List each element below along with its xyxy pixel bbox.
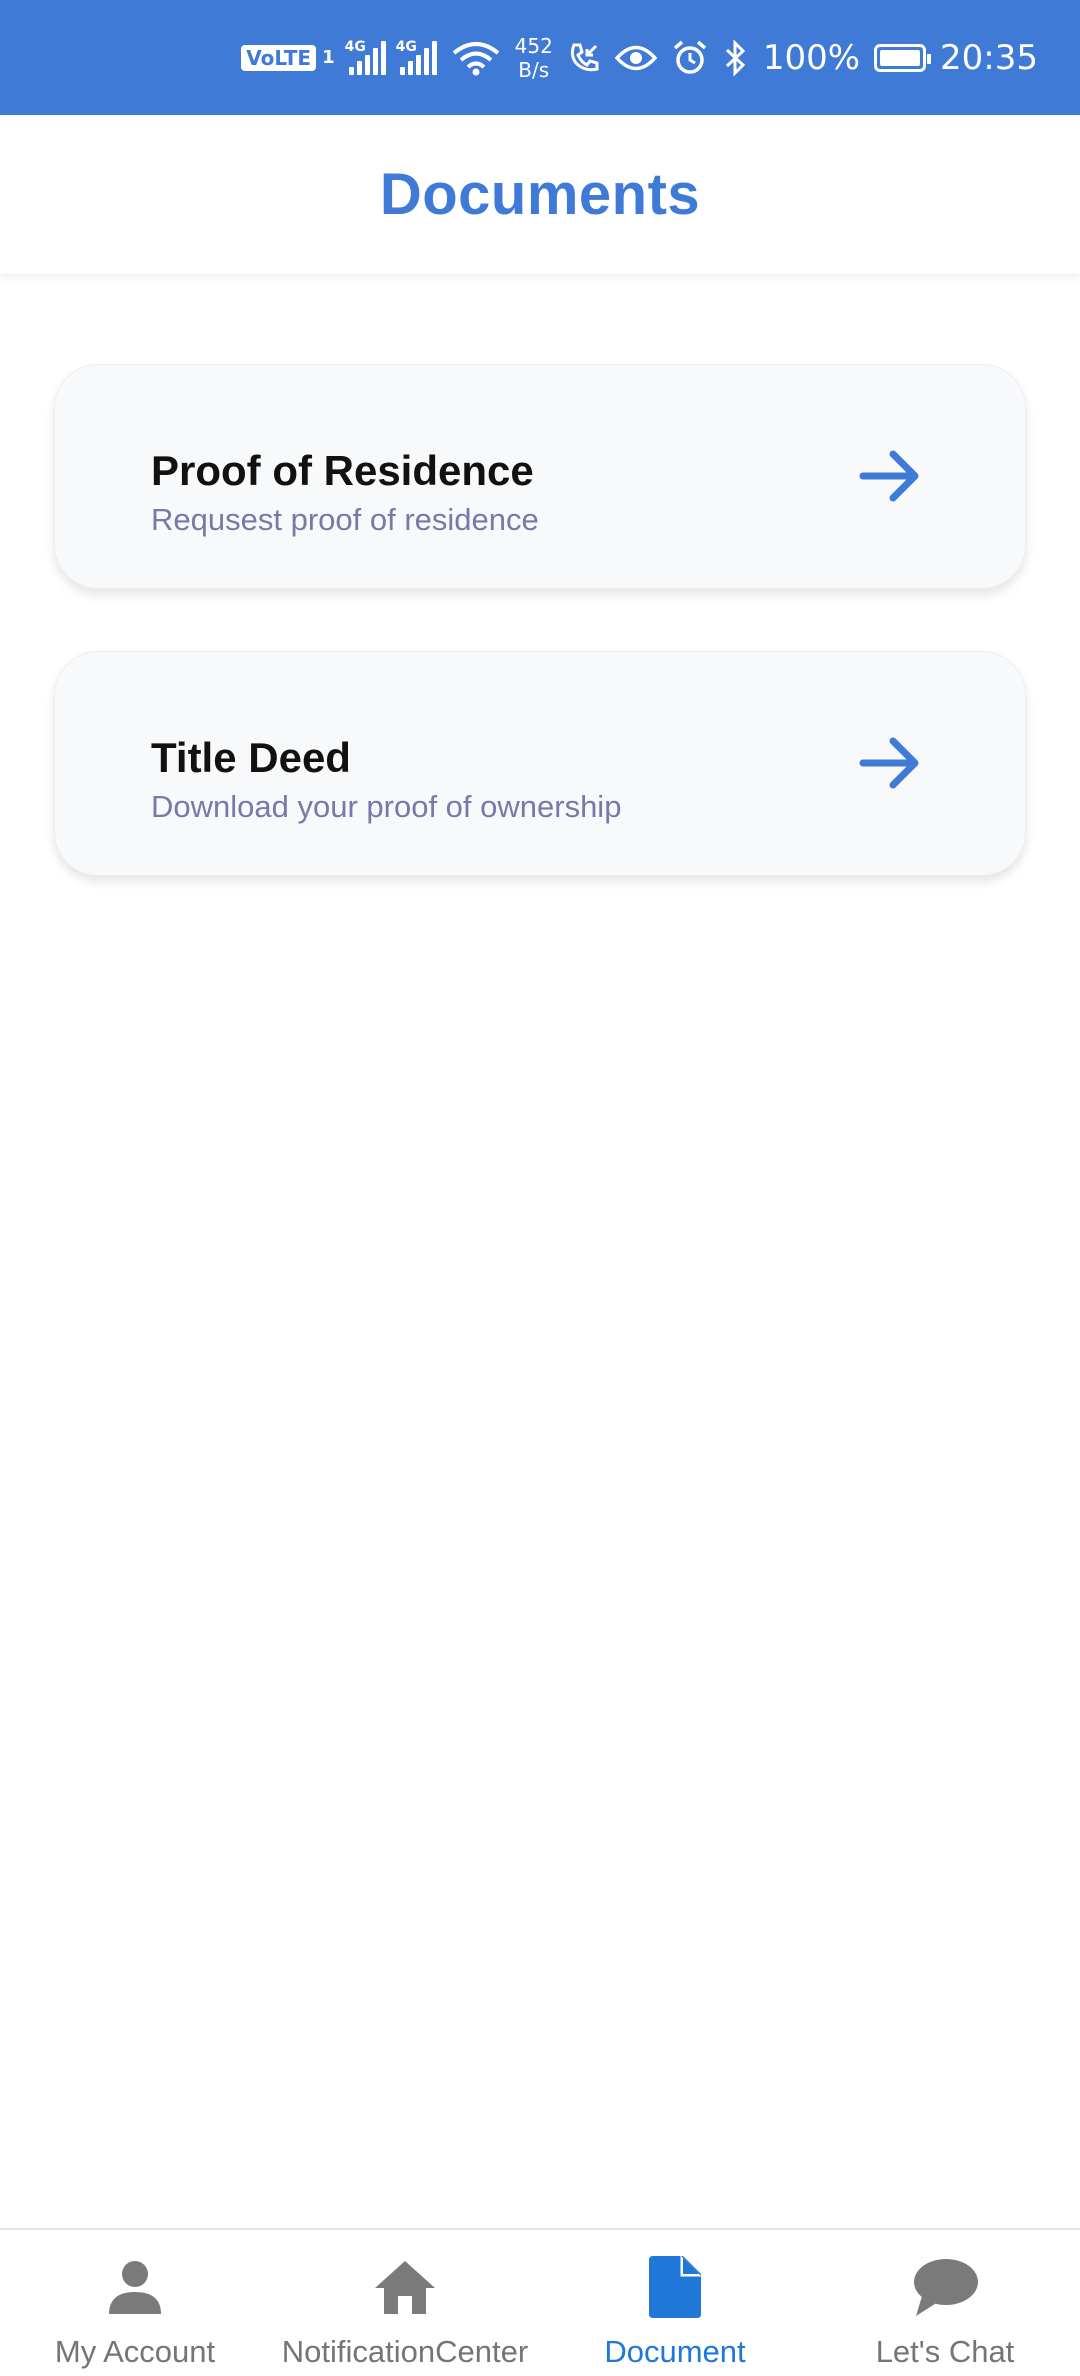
volte-label: VoLTE: [241, 44, 317, 71]
sim-number: 1: [322, 47, 335, 68]
screen: VoLTE 1 4G 4G 452 B/s 100% 20:35 Documen…: [0, 0, 1080, 2376]
speed-unit: B/s: [518, 57, 550, 82]
chat-bubble-icon: [910, 2252, 980, 2322]
network-speed: 452 B/s: [515, 34, 553, 82]
arrow-right-icon[interactable]: [857, 730, 923, 796]
alarm-icon: [671, 39, 709, 77]
speed-value: 452: [514, 33, 553, 58]
home-icon: [370, 2252, 440, 2322]
app-header: Documents: [0, 115, 1080, 275]
nav-item-notification-center[interactable]: NotificationCenter: [270, 2230, 540, 2376]
document-card-proof-of-residence[interactable]: Proof of Residence Requsest proof of res…: [54, 364, 1026, 589]
wifi-icon: [451, 39, 501, 77]
card-title: Proof of Residence: [151, 447, 534, 494]
nav-label: Let's Chat: [875, 2334, 1015, 2369]
signal-icon: 4G: [345, 39, 386, 75]
card-subtitle: Download your proof of ownership: [151, 789, 622, 824]
nav-label: My Account: [54, 2334, 216, 2369]
eye-icon: [614, 43, 657, 73]
nav-item-my-account[interactable]: My Account: [0, 2230, 270, 2376]
call-icon: [567, 41, 601, 75]
card-subtitle: Requsest proof of residence: [151, 502, 539, 537]
bottom-navigation: My Account NotificationCenter Document L…: [0, 2228, 1080, 2376]
battery-icon: [874, 43, 932, 72]
status-bar: VoLTE 1 4G 4G 452 B/s 100% 20:35: [0, 0, 1080, 115]
document-card-title-deed[interactable]: Title Deed Download your proof of owners…: [54, 651, 1026, 876]
page-title: Documents: [379, 162, 701, 227]
network-type: 4G: [395, 38, 417, 55]
signal-icon: 4G: [396, 39, 437, 75]
bluetooth-icon: [723, 38, 749, 77]
arrow-right-icon[interactable]: [857, 443, 923, 509]
person-icon: [100, 2252, 170, 2322]
battery-percent: 100%: [762, 37, 861, 78]
status-time: 20:35: [940, 37, 1038, 78]
document-icon: [640, 2252, 710, 2322]
network-type: 4G: [344, 38, 366, 55]
volte-icon: VoLTE: [241, 44, 317, 71]
nav-label: NotificationCenter: [281, 2334, 529, 2369]
nav-item-lets-chat[interactable]: Let's Chat: [810, 2230, 1080, 2376]
nav-item-document[interactable]: Document: [540, 2230, 810, 2376]
card-title: Title Deed: [151, 734, 351, 781]
nav-label: Document: [604, 2334, 746, 2369]
